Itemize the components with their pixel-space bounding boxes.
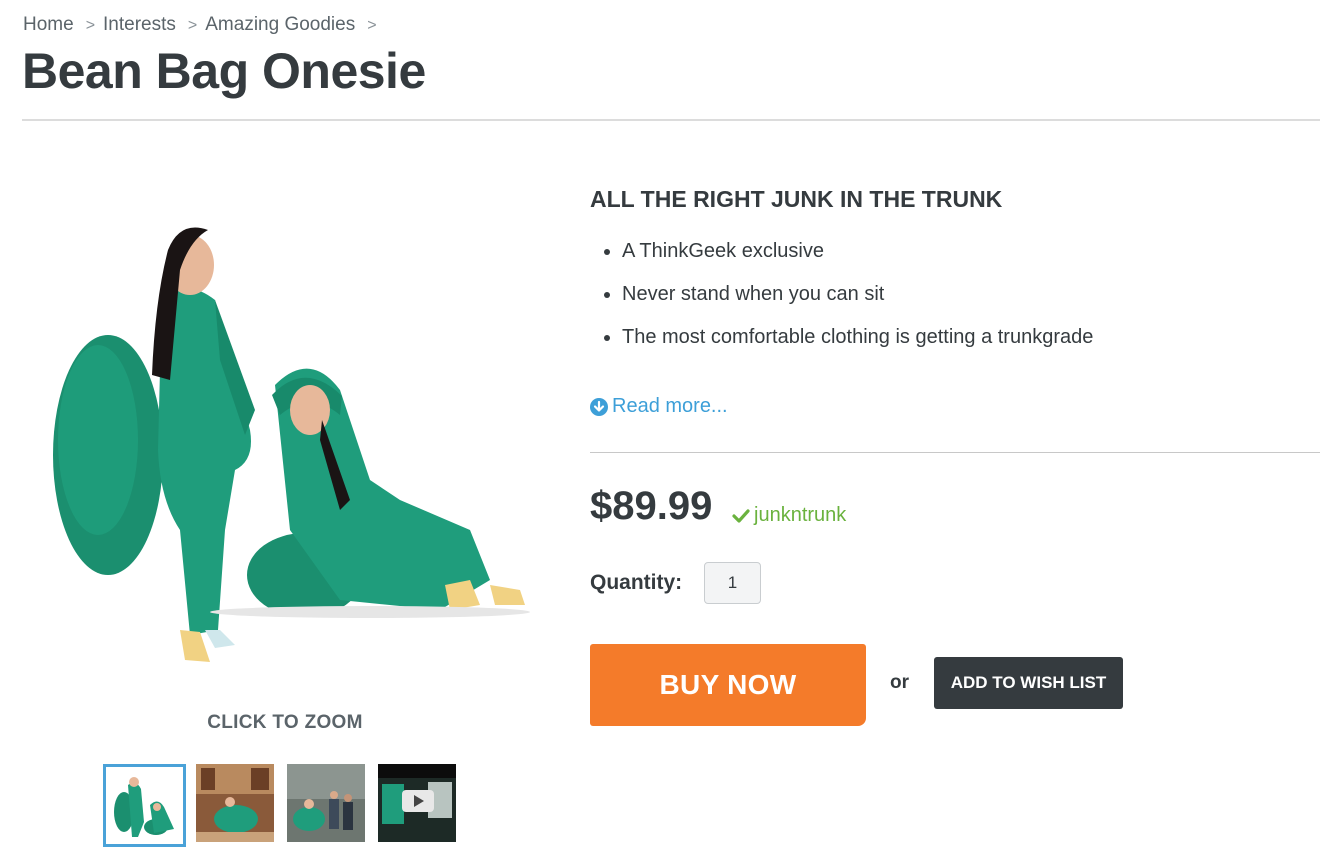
breadcrumb-amazing-goodies[interactable]: Amazing Goodies [205,14,355,35]
thumbnail-image [196,764,274,842]
breadcrumb-separator: > [85,17,96,34]
page-title: Bean Bag Onesie [22,43,426,99]
breadcrumb-separator: > [367,17,377,34]
section-divider [590,452,1320,453]
circle-arrow-down-icon [590,397,608,416]
product-price: $89.99 [590,484,713,528]
thumbnail-3[interactable] [287,764,365,842]
thumbnail-1[interactable] [103,764,186,847]
buy-now-button[interactable]: BUY NOW [590,644,866,726]
read-more-label: Read more... [612,395,728,417]
list-item: A ThinkGeek exclusive [604,236,1093,279]
breadcrumb-interests[interactable]: Interests [103,14,176,35]
click-to-zoom-label[interactable]: CLICK TO ZOOM [140,712,430,734]
product-main-image[interactable] [40,200,540,680]
thumbnail-image [378,764,456,842]
product-tagline: ALL THE RIGHT JUNK IN THE TRUNK [590,186,1003,212]
quantity-label: Quantity: [590,571,683,594]
read-more-link[interactable]: Read more... [590,395,728,418]
title-divider [22,119,1320,121]
product-photo [53,227,530,662]
breadcrumb: Home > Interests > Amazing Goodies > [23,14,385,36]
thumbnail-2[interactable] [196,764,274,842]
breadcrumb-home[interactable]: Home [23,14,74,35]
list-item: The most comfortable clothing is getting… [604,322,1093,365]
list-item: Never stand when you can sit [604,279,1093,322]
feature-list: A ThinkGeek exclusive Never stand when y… [604,236,1093,365]
thumbnail-image [106,767,183,844]
promo-code: junkntrunk [732,504,846,527]
checkmark-icon [732,508,750,523]
thumbnail-image [287,764,365,842]
quantity-input[interactable] [704,562,761,604]
promo-code-text: junkntrunk [754,504,847,526]
add-to-wishlist-button[interactable]: ADD TO WISH LIST [934,657,1123,709]
thumbnail-video[interactable] [378,764,456,842]
breadcrumb-separator: > [187,17,198,34]
or-separator: or [890,672,909,693]
